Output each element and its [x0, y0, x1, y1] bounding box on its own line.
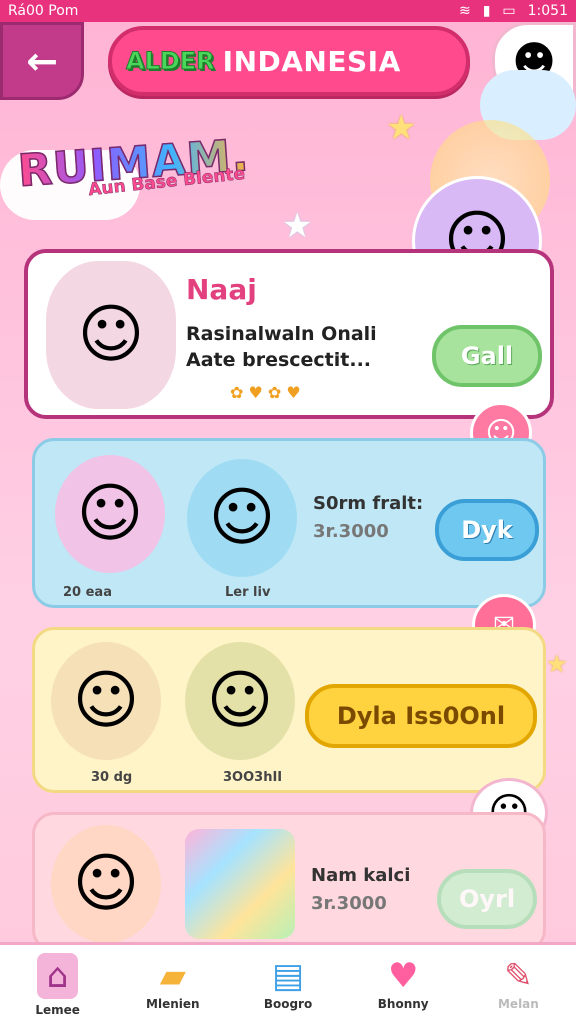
- carrier-label: Rá00 Pom: [8, 3, 79, 19]
- folder-icon: ▰: [159, 955, 186, 996]
- clock: 1:051: [527, 3, 568, 19]
- tag-right: Ler liv: [225, 585, 271, 600]
- character-dark-hair-girl: ☺: [51, 642, 161, 760]
- rainbow-item-icon: [185, 829, 295, 939]
- call-button[interactable]: Gall: [432, 325, 542, 387]
- title-pill: ALDER INDANESIA: [108, 26, 470, 96]
- tag-left: 20 eaa: [63, 585, 112, 600]
- battery-icon: ▭: [502, 3, 516, 19]
- nav-label: Bhonny: [377, 996, 429, 1011]
- home-icon: ⌂: [46, 955, 69, 996]
- nav-home[interactable]: ⌂ Lemee: [0, 945, 115, 1024]
- nav-label: Melan: [497, 996, 539, 1011]
- back-button[interactable]: ←: [0, 22, 84, 100]
- character-orange-girl: ☺: [51, 825, 161, 943]
- app-logo: ALDER: [126, 47, 216, 76]
- offer-description: S0rm fralt:: [313, 493, 424, 514]
- tag-right: 3OO3hII: [223, 770, 283, 785]
- book-icon: ▤: [271, 955, 305, 996]
- signal-icon: ▮: [482, 3, 491, 19]
- nav-pencil[interactable]: ✎ Melan: [461, 945, 576, 1024]
- character-olive-hair-boy: ☺: [185, 642, 295, 760]
- nav-book[interactable]: ▤ Boogro: [230, 945, 345, 1024]
- nav-label: Boogro: [263, 996, 313, 1011]
- offer-card[interactable]: ☺ Nam kalci 3r.3000 Oyrl: [32, 812, 546, 952]
- card-name: Naaj: [186, 273, 257, 306]
- nav-folder[interactable]: ▰ Mlenien: [115, 945, 230, 1024]
- buy-button[interactable]: Dyk: [435, 499, 539, 561]
- nav-label: Lemee: [35, 1002, 80, 1017]
- claim-button[interactable]: Dyla Iss0Onl: [305, 684, 537, 748]
- rating-icons: ✿ ♥ ✿ ♥: [230, 383, 301, 402]
- profile-card[interactable]: ☺ Naaj Rasinalwaln Onali Aate brescectit…: [24, 249, 554, 419]
- card-line-1: Rasinalwaln Onali: [186, 323, 377, 345]
- character-blue-girl: ☺: [187, 459, 297, 577]
- tag-left: 30 dg: [91, 770, 133, 785]
- offer-card[interactable]: ☺ ☺ 30 dg 3OO3hII Dyla Iss0Onl: [32, 627, 546, 793]
- bottom-nav: ⌂ Lemee ▰ Mlenien ▤ Boogro ♥ Bhonny ✎ Me…: [0, 942, 576, 1024]
- wifi-icon: ≋: [458, 3, 471, 19]
- offer-description: Nam kalci: [311, 865, 411, 886]
- character-brown-girl: ☺: [46, 261, 176, 409]
- character-pink-girl: ☺: [55, 455, 165, 573]
- arrow-left-icon: ←: [26, 39, 58, 83]
- star-icon: ★: [546, 650, 568, 678]
- nav-heart[interactable]: ♥ Bhonny: [346, 945, 461, 1024]
- pencil-icon: ✎: [504, 955, 533, 996]
- nav-label: Mlenien: [146, 996, 200, 1011]
- star-icon: ★: [282, 206, 313, 246]
- buy-button[interactable]: Oyrl: [437, 869, 537, 929]
- offer-price: 3r.3000: [313, 521, 389, 542]
- heart-icon: ♥: [387, 955, 419, 996]
- status-bar: Rá00 Pom ≋ ▮ ▭ 1:051: [0, 0, 576, 22]
- page-title: INDANESIA: [222, 44, 401, 78]
- card-line-2: Aate brescectit...: [186, 349, 372, 371]
- offer-price: 3r.3000: [311, 893, 387, 914]
- offer-card[interactable]: ☺ ☺ S0rm fralt: 3r.3000 20 eaa Ler liv D…: [32, 438, 546, 608]
- star-icon: ★: [386, 108, 417, 148]
